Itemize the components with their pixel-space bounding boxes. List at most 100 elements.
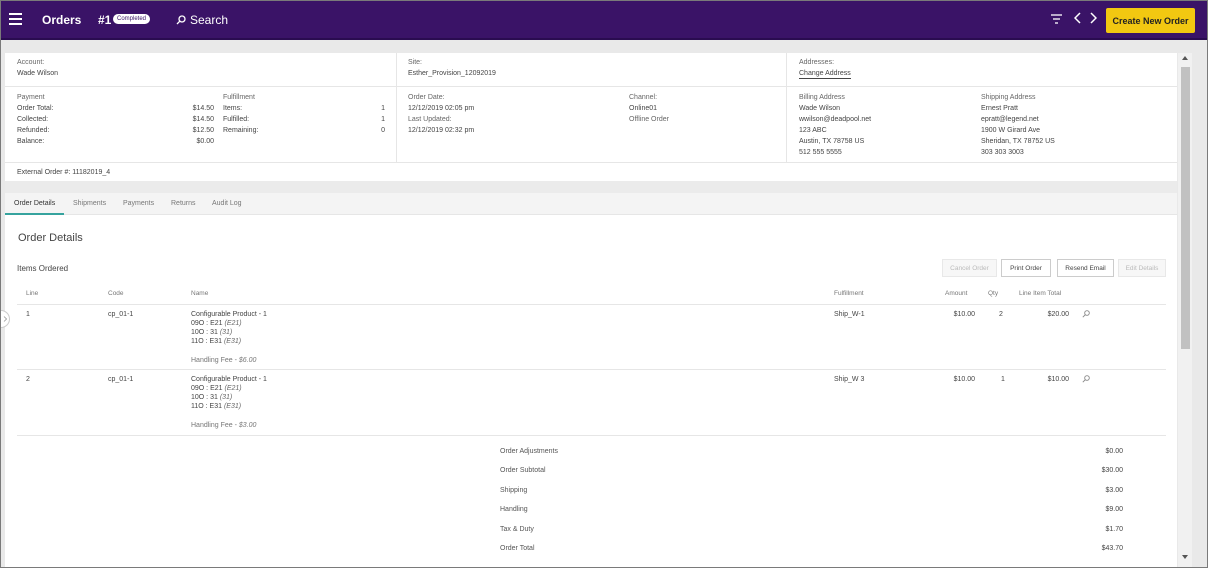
item-amount: $10.00: [953, 311, 975, 318]
column-header-line-item-total: Line Item Total: [1019, 290, 1062, 297]
total-value: $3.00: [1105, 487, 1123, 494]
fulfillment-remaining-value: 0: [381, 127, 385, 134]
shipping-title: Shipping Address: [981, 94, 1036, 101]
payment-collected-label: Collected:: [17, 116, 49, 123]
chevron-right-icon: [3, 316, 7, 322]
create-new-order-button[interactable]: Create New Order: [1106, 8, 1195, 33]
total-label: Order Adjustments: [500, 448, 558, 455]
item-option: 11O : E31 (E31): [191, 403, 242, 410]
billing-line: Wade Wilson: [799, 105, 840, 112]
total-value: $30.00: [1101, 467, 1123, 474]
total-label: Order Total: [500, 545, 535, 552]
billing-title: Billing Address: [799, 94, 845, 101]
total-label: Handling: [500, 506, 528, 513]
print-order-button[interactable]: Print Order: [1001, 259, 1051, 277]
chevron-right-icon[interactable]: [1089, 12, 1097, 24]
magnifier-icon[interactable]: [1082, 375, 1090, 383]
channel-label: Channel:: [629, 94, 658, 101]
payment-refunded-value: $12.50: [192, 127, 214, 134]
item-name: Configurable Product - 1: [191, 376, 267, 383]
billing-line: wwilson@deadpool.net: [799, 116, 872, 123]
site-value: Esther_Provision_12092019: [408, 70, 496, 77]
last-updated-value: 12/12/2019 02:32 pm: [408, 127, 475, 134]
table-divider: [17, 304, 1166, 305]
account-label: Account:: [17, 59, 45, 66]
divider: [5, 86, 1177, 87]
app-window: Orders #1 Completed Search Create New Or…: [0, 0, 1208, 568]
scroll-down-arrow[interactable]: [1182, 555, 1188, 559]
tab-order-details[interactable]: Order Details: [14, 200, 55, 207]
magnifier-icon[interactable]: [1082, 310, 1090, 318]
total-value: $9.00: [1105, 506, 1123, 513]
tab-audit-log[interactable]: Audit Log: [212, 200, 242, 207]
item-total: $20.00: [1047, 311, 1069, 318]
section-title: Order Details: [18, 232, 83, 244]
scrollbar[interactable]: [1178, 53, 1192, 567]
resend-email-button[interactable]: Resend Email: [1057, 259, 1114, 277]
payment-collected-value: $14.50: [192, 116, 214, 123]
chevron-left-icon[interactable]: [1074, 12, 1082, 24]
shipping-line: 1900 W Girard Ave: [981, 127, 1041, 134]
line-number: 1: [26, 311, 30, 318]
table-divider: [17, 369, 1166, 370]
tab-payments[interactable]: Payments: [123, 200, 154, 207]
billing-line: Austin, TX 78758 US: [799, 138, 865, 145]
item-name: Configurable Product - 1: [191, 311, 267, 318]
total-label: Tax & Duty: [500, 526, 534, 533]
total-value: $43.70: [1101, 545, 1123, 552]
shipping-line: Ernest Pratt: [981, 105, 1018, 112]
top-bar: Orders #1 Completed Search Create New Or…: [1, 1, 1207, 40]
column-header-code: Code: [108, 290, 124, 297]
channel-extra: Offline Order: [629, 116, 669, 123]
payment-refunded-label: Refunded:: [17, 127, 50, 134]
payment-balance-label: Balance:: [17, 138, 45, 145]
fulfillment-items-label: Items:: [223, 105, 243, 112]
account-value: Wade Wilson: [17, 70, 58, 77]
column-header-fulfillment: Fulfillment: [834, 290, 864, 297]
order-date-label: Order Date:: [408, 94, 445, 101]
last-updated-label: Last Updated:: [408, 116, 452, 123]
item-total: $10.00: [1047, 376, 1069, 383]
tab-bar: Order Details Shipments Payments Returns…: [5, 193, 1177, 215]
site-label: Site:: [408, 59, 423, 66]
billing-line: 512 555 5555: [799, 149, 842, 156]
edit-details-button[interactable]: Edit Details: [1118, 259, 1166, 277]
summary-separator: [5, 181, 1177, 193]
item-qty: 2: [999, 311, 1003, 318]
active-tab-indicator: [5, 213, 64, 215]
column-header-qty: Qty: [988, 290, 999, 297]
divider: [396, 53, 397, 162]
tab-returns[interactable]: Returns: [171, 200, 196, 207]
item-option: 09O : E21 (E21): [191, 320, 242, 327]
item-qty: 1: [1001, 376, 1005, 383]
order-date-value: 12/12/2019 02:05 pm: [408, 105, 475, 112]
tab-shipments[interactable]: Shipments: [73, 200, 106, 207]
column-header-line: Line: [26, 290, 39, 297]
payment-title: Payment: [17, 94, 45, 101]
menu-icon[interactable]: [9, 13, 22, 25]
cancel-order-button[interactable]: Cancel Order: [942, 259, 997, 277]
column-header-name: Name: [191, 290, 209, 297]
total-value: $0.00: [1105, 448, 1123, 455]
search-button[interactable]: Search: [176, 13, 228, 27]
payment-order-total-label: Order Total:: [17, 105, 54, 112]
scrollbar-thumb[interactable]: [1181, 67, 1190, 349]
divider: [5, 162, 1177, 163]
shipping-line: 303 303 3003: [981, 149, 1024, 156]
change-address-link[interactable]: Change Address: [799, 70, 851, 79]
item-option: 10O : 31 (31): [191, 394, 233, 401]
item-option: 11O : E31 (E31): [191, 338, 242, 345]
payment-order-total-value: $14.50: [192, 105, 214, 112]
item-option: 10O : 31 (31): [191, 329, 233, 336]
column-header-amount: Amount: [945, 290, 968, 297]
fulfillment-items-value: 1: [381, 105, 385, 112]
shipping-line: Sheridan, TX 78752 US: [981, 138, 1055, 145]
status-badge: Completed: [113, 14, 151, 24]
total-label: Shipping: [500, 487, 528, 494]
page-title: Orders: [42, 13, 82, 27]
addresses-label: Addresses:: [799, 59, 835, 66]
item-fulfillment: Ship_W 3: [834, 376, 865, 383]
external-order-number: External Order #: 11182019_4: [17, 169, 111, 176]
scroll-up-arrow[interactable]: [1182, 56, 1188, 60]
filter-icon[interactable]: [1051, 14, 1062, 24]
